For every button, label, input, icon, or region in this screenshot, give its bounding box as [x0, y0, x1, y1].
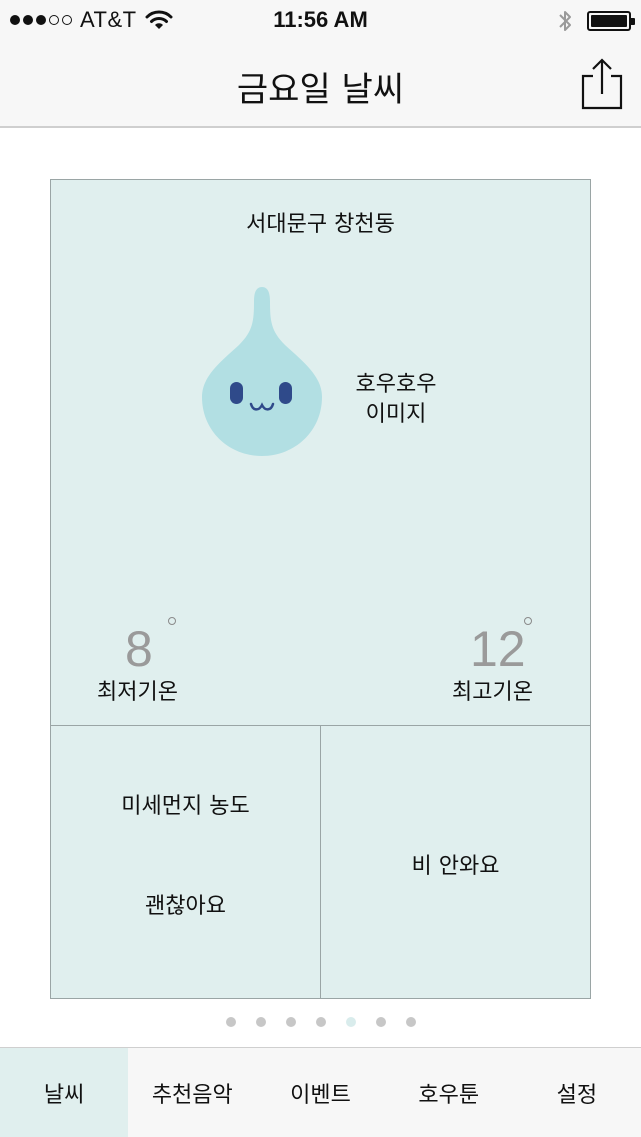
- high-temperature-label: 최고기온: [452, 680, 533, 705]
- location-label: 서대문구 창천동: [246, 212, 395, 237]
- tab-item[interactable]: 호우툰: [385, 1048, 513, 1137]
- page-dot[interactable]: [255, 1017, 266, 1027]
- rain-status: 비 안와요: [411, 854, 500, 879]
- page-dot[interactable]: [405, 1017, 416, 1027]
- page-indicator: [0, 1017, 641, 1027]
- low-temperature-label: 최저기온: [97, 680, 178, 705]
- mascot-label-line2: 이미지: [365, 402, 427, 427]
- mascot-label-line1: 호우호우: [355, 372, 437, 397]
- degree-symbol: [168, 617, 176, 625]
- weather-card[interactable]: 서대문구 창천동 호우호우 이미지 8 최저기온 12 최고기온 미세먼지 농도…: [50, 179, 591, 999]
- tab-bar: 날씨 추천음악 이벤트 호우툰 설정: [0, 1047, 641, 1137]
- tab-item[interactable]: 추천음악: [128, 1048, 256, 1137]
- fine-dust-title: 미세먼지 농도: [121, 794, 250, 819]
- tab-item[interactable]: 이벤트: [256, 1048, 384, 1137]
- bluetooth-icon: [559, 11, 571, 31]
- page-title: 금요일 날씨: [236, 70, 405, 110]
- share-icon[interactable]: [577, 54, 627, 114]
- navigation-bar: 금요일 날씨: [0, 40, 641, 128]
- weather-main-panel: 서대문구 창천동 호우호우 이미지 8 최저기온 12 최고기온: [51, 180, 590, 726]
- tab-item[interactable]: 날씨: [0, 1048, 129, 1137]
- battery-icon: [587, 11, 635, 31]
- high-temperature: 12: [470, 621, 526, 677]
- raindrop-mascot-icon: [202, 287, 322, 456]
- screen: AT&T 11:56 AM 금요일 날씨 서대문구 창천동 호우호우 이미지 8…: [0, 0, 641, 1137]
- battery-tip: [631, 18, 635, 25]
- status-right: [557, 8, 635, 34]
- degree-symbol: [524, 617, 532, 625]
- status-time: 11:56 AM: [273, 7, 368, 32]
- page-dot[interactable]: [375, 1017, 386, 1027]
- page-dot[interactable]: [285, 1017, 296, 1027]
- status-bar: AT&T 11:56 AM: [0, 0, 641, 40]
- low-temperature: 8: [125, 621, 153, 677]
- mascot-placeholder-label: 호우호우 이미지: [341, 370, 451, 430]
- rain-panel: 비 안와요: [321, 726, 590, 998]
- page-dot[interactable]: [225, 1017, 236, 1027]
- fine-dust-panel: 미세먼지 농도 괜찮아요: [51, 726, 321, 998]
- tab-item[interactable]: 설정: [513, 1048, 641, 1137]
- page-dot-active[interactable]: [345, 1017, 356, 1027]
- page-dot[interactable]: [315, 1017, 326, 1027]
- fine-dust-status: 괜찮아요: [145, 894, 226, 919]
- battery-fill: [591, 15, 627, 27]
